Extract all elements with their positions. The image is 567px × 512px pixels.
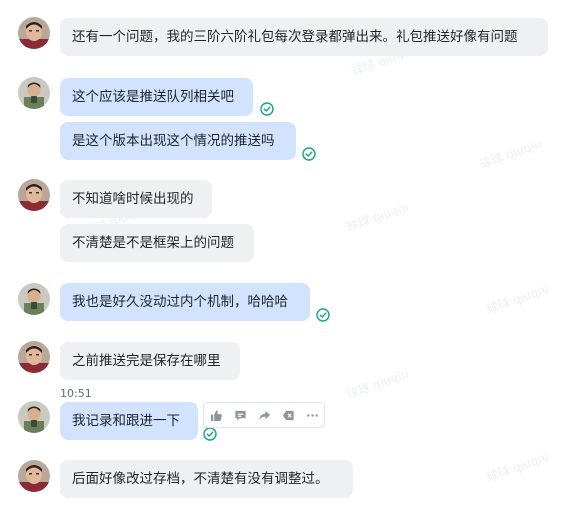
read-check-icon	[302, 147, 316, 161]
message-timestamp: 10:51	[60, 387, 92, 400]
more-icon[interactable]	[303, 406, 321, 424]
avatar[interactable]	[18, 460, 50, 492]
message-bubble[interactable]: 还有一个问题，我的三阶六阶礼包每次登录都弹出来。礼包推送好像有问题	[60, 18, 548, 56]
tag-icon[interactable]	[279, 406, 297, 424]
watermark: 球球 qiuqiu	[477, 136, 544, 172]
avatar[interactable]	[18, 341, 50, 373]
avatar[interactable]	[18, 17, 50, 49]
avatar[interactable]	[18, 401, 50, 433]
thumbs-up-icon[interactable]	[207, 406, 225, 424]
message-bubble[interactable]: 是这个版本出现这个情况的推送吗	[60, 122, 296, 160]
read-check-icon	[316, 308, 330, 322]
watermark: 球球 qiuqiu	[484, 449, 551, 485]
message-action-toolbar	[203, 402, 325, 428]
watermark: 球球 qiuqiu	[344, 366, 411, 402]
forward-icon[interactable]	[255, 406, 273, 424]
message-bubble[interactable]: 这个应该是推送队列相关吧	[60, 78, 253, 116]
read-check-icon	[203, 427, 217, 441]
message-bubble[interactable]: 我记录和跟进一下	[60, 402, 198, 440]
message-bubble[interactable]: 我也是好久没动过内个机制，哈哈哈	[60, 283, 310, 321]
read-check-icon	[260, 102, 274, 116]
avatar[interactable]	[18, 283, 50, 315]
avatar[interactable]	[18, 77, 50, 109]
message-bubble[interactable]: 后面好像改过存档，不清楚有没有调整过。	[60, 460, 353, 498]
watermark: 球球 qiuqiu	[344, 199, 411, 235]
message-bubble[interactable]: 之前推送完是保存在哪里	[60, 342, 240, 380]
avatar[interactable]	[18, 179, 50, 211]
message-bubble[interactable]: 不知道啥时候出现的	[60, 180, 212, 218]
message-bubble[interactable]: 不清楚是不是框架上的问题	[60, 224, 254, 262]
watermark: 球球 qiuqiu	[484, 281, 551, 317]
comment-icon[interactable]	[231, 406, 249, 424]
